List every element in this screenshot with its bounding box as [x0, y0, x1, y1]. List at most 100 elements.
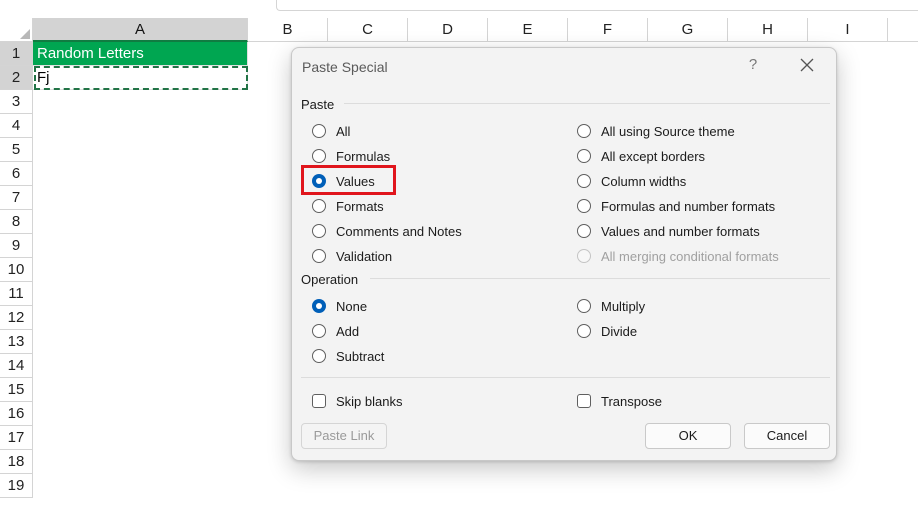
cell-a1[interactable]: Random Letters: [33, 42, 248, 66]
column-header-i[interactable]: I: [808, 18, 888, 42]
formula-input[interactable]: [276, 0, 918, 11]
paste-merging-conditional-option: All merging conditional formats: [577, 246, 779, 266]
row-header[interactable]: 19: [0, 474, 33, 498]
radio-source-theme[interactable]: [577, 124, 591, 138]
paste-formulas-option[interactable]: Formulas: [312, 146, 390, 166]
option-label: Multiply: [601, 298, 646, 314]
formula-bar-area: [0, 0, 918, 18]
row-header[interactable]: 11: [0, 282, 33, 306]
select-all-corner[interactable]: [0, 18, 33, 42]
column-header-g[interactable]: G: [648, 18, 728, 42]
option-label: Comments and Notes: [336, 223, 462, 239]
paste-values-number-formats-option[interactable]: Values and number formats: [577, 221, 760, 241]
option-label: Skip blanks: [336, 393, 403, 409]
cell-a2[interactable]: Fj: [33, 66, 248, 90]
radio-add[interactable]: [312, 324, 326, 338]
skip-blanks-checkbox[interactable]: [312, 394, 326, 408]
radio-divide[interactable]: [577, 324, 591, 338]
operation-section-label: Operation: [301, 272, 359, 287]
column-header-e[interactable]: E: [488, 18, 568, 42]
row-header[interactable]: 18: [0, 450, 33, 474]
paste-formats-option[interactable]: Formats: [312, 196, 384, 216]
row-header[interactable]: 10: [0, 258, 33, 282]
operation-none-option[interactable]: None: [312, 296, 367, 316]
radio-values-number-formats[interactable]: [577, 224, 591, 238]
paste-source-theme-option[interactable]: All using Source theme: [577, 121, 735, 141]
radio-none[interactable]: [312, 299, 326, 313]
row-header[interactable]: 1: [0, 42, 33, 66]
option-label: Add: [336, 323, 360, 339]
option-label: Formulas and number formats: [601, 198, 776, 214]
divider: [301, 377, 830, 378]
radio-column-widths[interactable]: [577, 174, 591, 188]
corner-triangle-icon: [20, 29, 30, 39]
row-header[interactable]: 5: [0, 138, 33, 162]
operation-subtract-option[interactable]: Subtract: [312, 346, 384, 366]
option-label: Validation: [336, 248, 393, 264]
column-header-f[interactable]: F: [568, 18, 648, 42]
option-label: Divide: [601, 323, 638, 339]
column-header-a[interactable]: A: [33, 18, 248, 42]
option-label: Formats: [336, 198, 384, 214]
row-header[interactable]: 3: [0, 90, 33, 114]
radio-multiply[interactable]: [577, 299, 591, 313]
row-header[interactable]: 13: [0, 330, 33, 354]
radio-validation[interactable]: [312, 249, 326, 263]
operation-divide-option[interactable]: Divide: [577, 321, 637, 341]
row-header[interactable]: 2: [0, 66, 33, 90]
column-header-c[interactable]: C: [328, 18, 408, 42]
row-header[interactable]: 15: [0, 378, 33, 402]
option-label: Subtract: [336, 348, 385, 364]
operation-add-option[interactable]: Add: [312, 321, 359, 341]
option-label: Values and number formats: [601, 223, 760, 239]
row-header[interactable]: 7: [0, 186, 33, 210]
option-label: All except borders: [601, 148, 706, 164]
paste-all-option[interactable]: All: [312, 121, 350, 141]
paste-comments-option[interactable]: Comments and Notes: [312, 221, 462, 241]
option-label: All merging conditional formats: [601, 248, 779, 264]
skip-blanks-option[interactable]: Skip blanks: [312, 391, 402, 411]
option-label: Transpose: [601, 393, 662, 409]
paste-link-button: Paste Link: [301, 423, 387, 449]
ok-button[interactable]: OK: [645, 423, 731, 449]
paste-validation-option[interactable]: Validation: [312, 246, 392, 266]
column-header-j[interactable]: [888, 18, 918, 42]
paste-except-borders-option[interactable]: All except borders: [577, 146, 705, 166]
row-header[interactable]: 6: [0, 162, 33, 186]
radio-subtract[interactable]: [312, 349, 326, 363]
cancel-button[interactable]: Cancel: [744, 423, 830, 449]
radio-formulas-number-formats[interactable]: [577, 199, 591, 213]
option-label: All: [336, 123, 351, 139]
column-header-b[interactable]: B: [248, 18, 328, 42]
transpose-checkbox[interactable]: [577, 394, 591, 408]
column-header-h[interactable]: H: [728, 18, 808, 42]
column-header-d[interactable]: D: [408, 18, 488, 42]
option-label: Column widths: [601, 173, 687, 189]
radio-except-borders[interactable]: [577, 149, 591, 163]
paste-column-widths-option[interactable]: Column widths: [577, 171, 686, 191]
close-icon[interactable]: [798, 56, 816, 74]
radio-comments[interactable]: [312, 224, 326, 238]
option-label: Formulas: [336, 148, 391, 164]
dialog-title: Paste Special: [302, 59, 388, 75]
values-highlight-box: [301, 165, 396, 195]
radio-all[interactable]: [312, 124, 326, 138]
paste-formulas-number-formats-option[interactable]: Formulas and number formats: [577, 196, 775, 216]
row-header[interactable]: 16: [0, 402, 33, 426]
divider: [370, 278, 830, 279]
radio-merging-conditional: [577, 249, 591, 263]
row-header[interactable]: 8: [0, 210, 33, 234]
help-icon[interactable]: ?: [746, 56, 760, 73]
operation-multiply-option[interactable]: Multiply: [577, 296, 645, 316]
option-label: All using Source theme: [601, 123, 735, 139]
option-label: None: [336, 298, 368, 314]
row-header[interactable]: 17: [0, 426, 33, 450]
row-header[interactable]: 4: [0, 114, 33, 138]
transpose-option[interactable]: Transpose: [577, 391, 662, 411]
radio-formulas[interactable]: [312, 149, 326, 163]
row-header[interactable]: 12: [0, 306, 33, 330]
radio-formats[interactable]: [312, 199, 326, 213]
paste-special-dialog: Paste Special ? Paste All Formulas Value…: [291, 47, 837, 461]
row-header[interactable]: 9: [0, 234, 33, 258]
row-header[interactable]: 14: [0, 354, 33, 378]
